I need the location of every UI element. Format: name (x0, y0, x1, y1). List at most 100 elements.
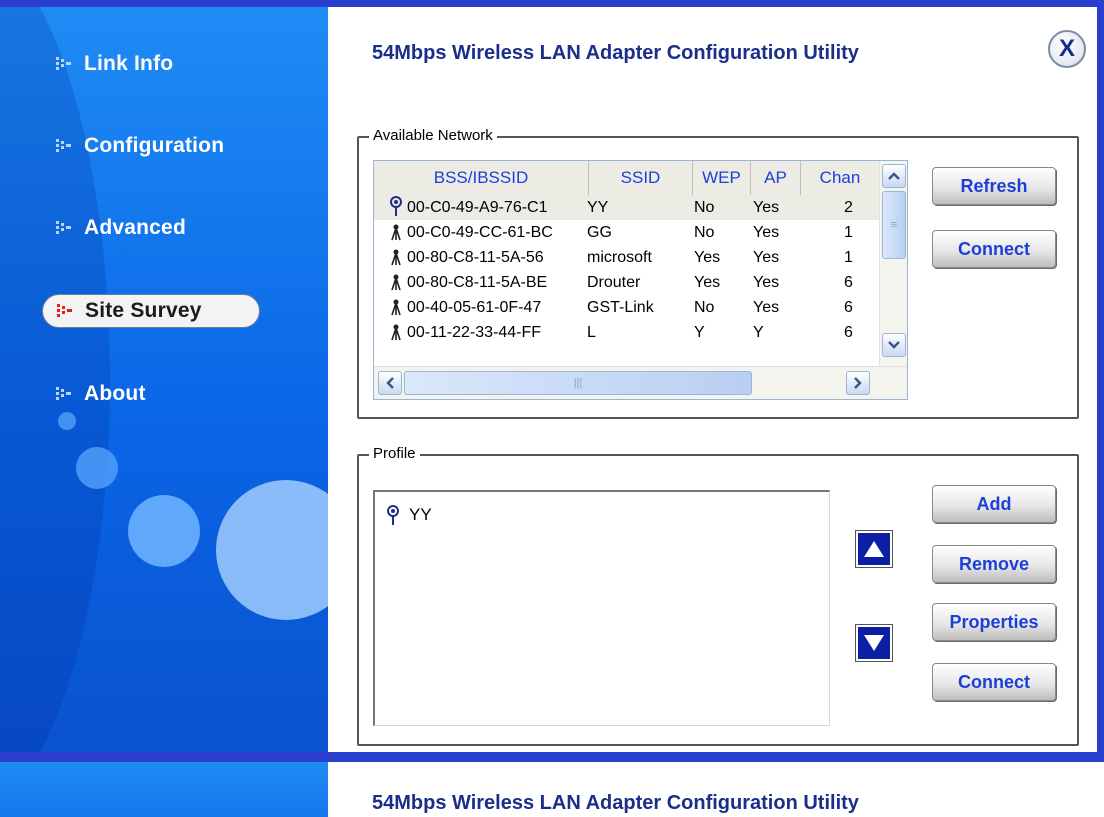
network-list-header: BSS/IBSSID SSID WEP AP Chan (374, 161, 879, 196)
cell-chan: 6 (844, 274, 853, 291)
list-item[interactable]: YY (385, 504, 432, 526)
antenna-icon (390, 270, 404, 295)
table-row[interactable]: 00-C0-49-CC-61-BC GG No Yes 1 (374, 220, 879, 245)
column-header-wep[interactable]: WEP (693, 161, 751, 195)
cell-bssid: 00-80-C8-11-5A-56 (407, 249, 544, 266)
available-network-title: Available Network (369, 127, 497, 144)
cell-ap: Yes (753, 274, 780, 291)
profile-properties-button[interactable]: Properties (932, 603, 1056, 641)
profile-connect-button[interactable]: Connect (932, 663, 1056, 701)
close-button[interactable]: X (1048, 30, 1086, 68)
cell-bssid: 00-C0-49-A9-76-C1 (407, 199, 548, 216)
cell-bssid: 00-C0-49-CC-61-BC (407, 224, 553, 241)
network-connect-button[interactable]: Connect (932, 230, 1056, 268)
cell-wep: Yes (694, 249, 721, 266)
column-header-bssid[interactable]: BSS/IBSSID (374, 161, 589, 195)
cell-chan: 1 (844, 224, 853, 241)
cell-wep: Yes (694, 274, 721, 291)
cell-ap: Y (753, 324, 764, 341)
cell-ssid: GST-Link (587, 299, 654, 316)
cell-wep: No (694, 224, 715, 241)
sidebar-item-label: Site Survey (85, 299, 202, 322)
cell-ap: Yes (753, 249, 780, 266)
sidebar-item-about[interactable]: About (54, 376, 146, 412)
cell-bssid: 00-40-05-61-0F-47 (407, 299, 542, 316)
table-row[interactable]: 00-C0-49-A9-76-C1 YY No Yes 2 (374, 195, 879, 220)
chevron-right-icon (854, 377, 862, 389)
cell-chan: 1 (844, 249, 853, 266)
triangle-up-icon (864, 541, 884, 557)
cell-chan: 6 (844, 299, 853, 316)
move-up-button[interactable] (855, 530, 893, 568)
vertical-scroll-thumb[interactable]: ≡ (882, 191, 906, 259)
sidebar-item-configuration[interactable]: Configuration (54, 128, 224, 164)
scroll-left-button[interactable] (378, 371, 402, 395)
column-header-ap[interactable]: AP (751, 161, 801, 195)
column-header-ssid[interactable]: SSID (589, 161, 693, 195)
vertical-scrollbar[interactable]: ≡ (879, 161, 907, 366)
scroll-right-button[interactable] (846, 371, 870, 395)
dots-bullet-icon (54, 384, 84, 404)
cell-chan: 6 (844, 324, 853, 341)
cell-ssid: microsoft (587, 249, 652, 266)
close-icon: X (1058, 35, 1075, 62)
scroll-down-button[interactable] (882, 333, 906, 357)
sidebar-strip (0, 762, 328, 817)
remove-profile-button[interactable]: Remove (932, 545, 1056, 583)
dots-bullet-icon (54, 136, 84, 156)
window-bottom-border (0, 752, 1104, 762)
cell-ssid: GG (587, 224, 612, 241)
horizontal-scroll-thumb[interactable]: ||| (404, 371, 752, 395)
column-header-chan[interactable]: Chan (801, 161, 879, 195)
sidebar-item-advanced[interactable]: Advanced (54, 210, 186, 246)
cell-ssid: YY (587, 199, 609, 216)
table-row[interactable]: 00-80-C8-11-5A-56 microsoft Yes Yes 1 (374, 245, 879, 270)
antenna-signal-icon (388, 195, 406, 220)
antenna-icon (390, 295, 404, 320)
decorative-bubble (216, 480, 328, 620)
profile-name: YY (409, 505, 432, 524)
sidebar-item-label: Advanced (84, 216, 186, 239)
app-title: 54Mbps Wireless LAN Adapter Configuratio… (372, 42, 859, 64)
antenna-icon (390, 220, 404, 245)
network-list[interactable]: BSS/IBSSID SSID WEP AP Chan 00-C0-49-A9-… (373, 160, 908, 400)
sidebar-item-label: About (84, 382, 146, 405)
sidebar-item-link-info[interactable]: Link Info (54, 46, 173, 82)
cell-chan: 2 (844, 199, 853, 216)
cell-ap: Yes (753, 299, 780, 316)
triangle-down-icon (864, 635, 884, 651)
cell-wep: Y (694, 324, 705, 341)
table-row[interactable]: 00-40-05-61-0F-47 GST-Link No Yes 6 (374, 295, 879, 320)
refresh-button[interactable]: Refresh (932, 167, 1056, 205)
table-row[interactable]: 00-80-C8-11-5A-BE Drouter Yes Yes 6 (374, 270, 879, 295)
antenna-signal-icon (385, 504, 405, 526)
dots-bullet-icon (54, 218, 84, 238)
add-profile-button[interactable]: Add (932, 485, 1056, 523)
chevron-left-icon (386, 377, 394, 389)
window-right-border (1097, 0, 1104, 752)
decorative-bubble (76, 447, 118, 489)
sidebar-nav: Link Info Configuration Advanced Site Su… (0, 0, 328, 752)
antenna-icon (390, 320, 404, 345)
network-list-body: 00-C0-49-A9-76-C1 YY No Yes 2 00-C0-49-C… (374, 195, 879, 365)
cell-ap: Yes (753, 199, 780, 216)
cell-bssid: 00-80-C8-11-5A-BE (407, 274, 548, 291)
cell-wep: No (694, 299, 715, 316)
decorative-bubble (58, 412, 76, 430)
scroll-up-button[interactable] (882, 164, 906, 188)
sidebar-item-label: Configuration (84, 134, 225, 157)
antenna-icon (390, 245, 404, 270)
dots-bullet-icon (55, 301, 85, 321)
cell-bssid: 00-11-22-33-44-FF (407, 324, 541, 341)
profile-title: Profile (369, 445, 420, 462)
profile-list[interactable]: YY (373, 490, 830, 726)
sidebar-item-label: Link Info (84, 52, 174, 75)
table-row[interactable]: 00-11-22-33-44-FF L Y Y 6 (374, 320, 879, 345)
chevron-down-icon (888, 341, 900, 349)
move-down-button[interactable] (855, 624, 893, 662)
dots-bullet-icon (54, 54, 84, 74)
sidebar-item-site-survey[interactable]: Site Survey (42, 294, 260, 328)
decorative-bubble (128, 495, 200, 567)
horizontal-scrollbar[interactable]: ||| (374, 366, 907, 399)
cell-ssid: L (587, 324, 596, 341)
